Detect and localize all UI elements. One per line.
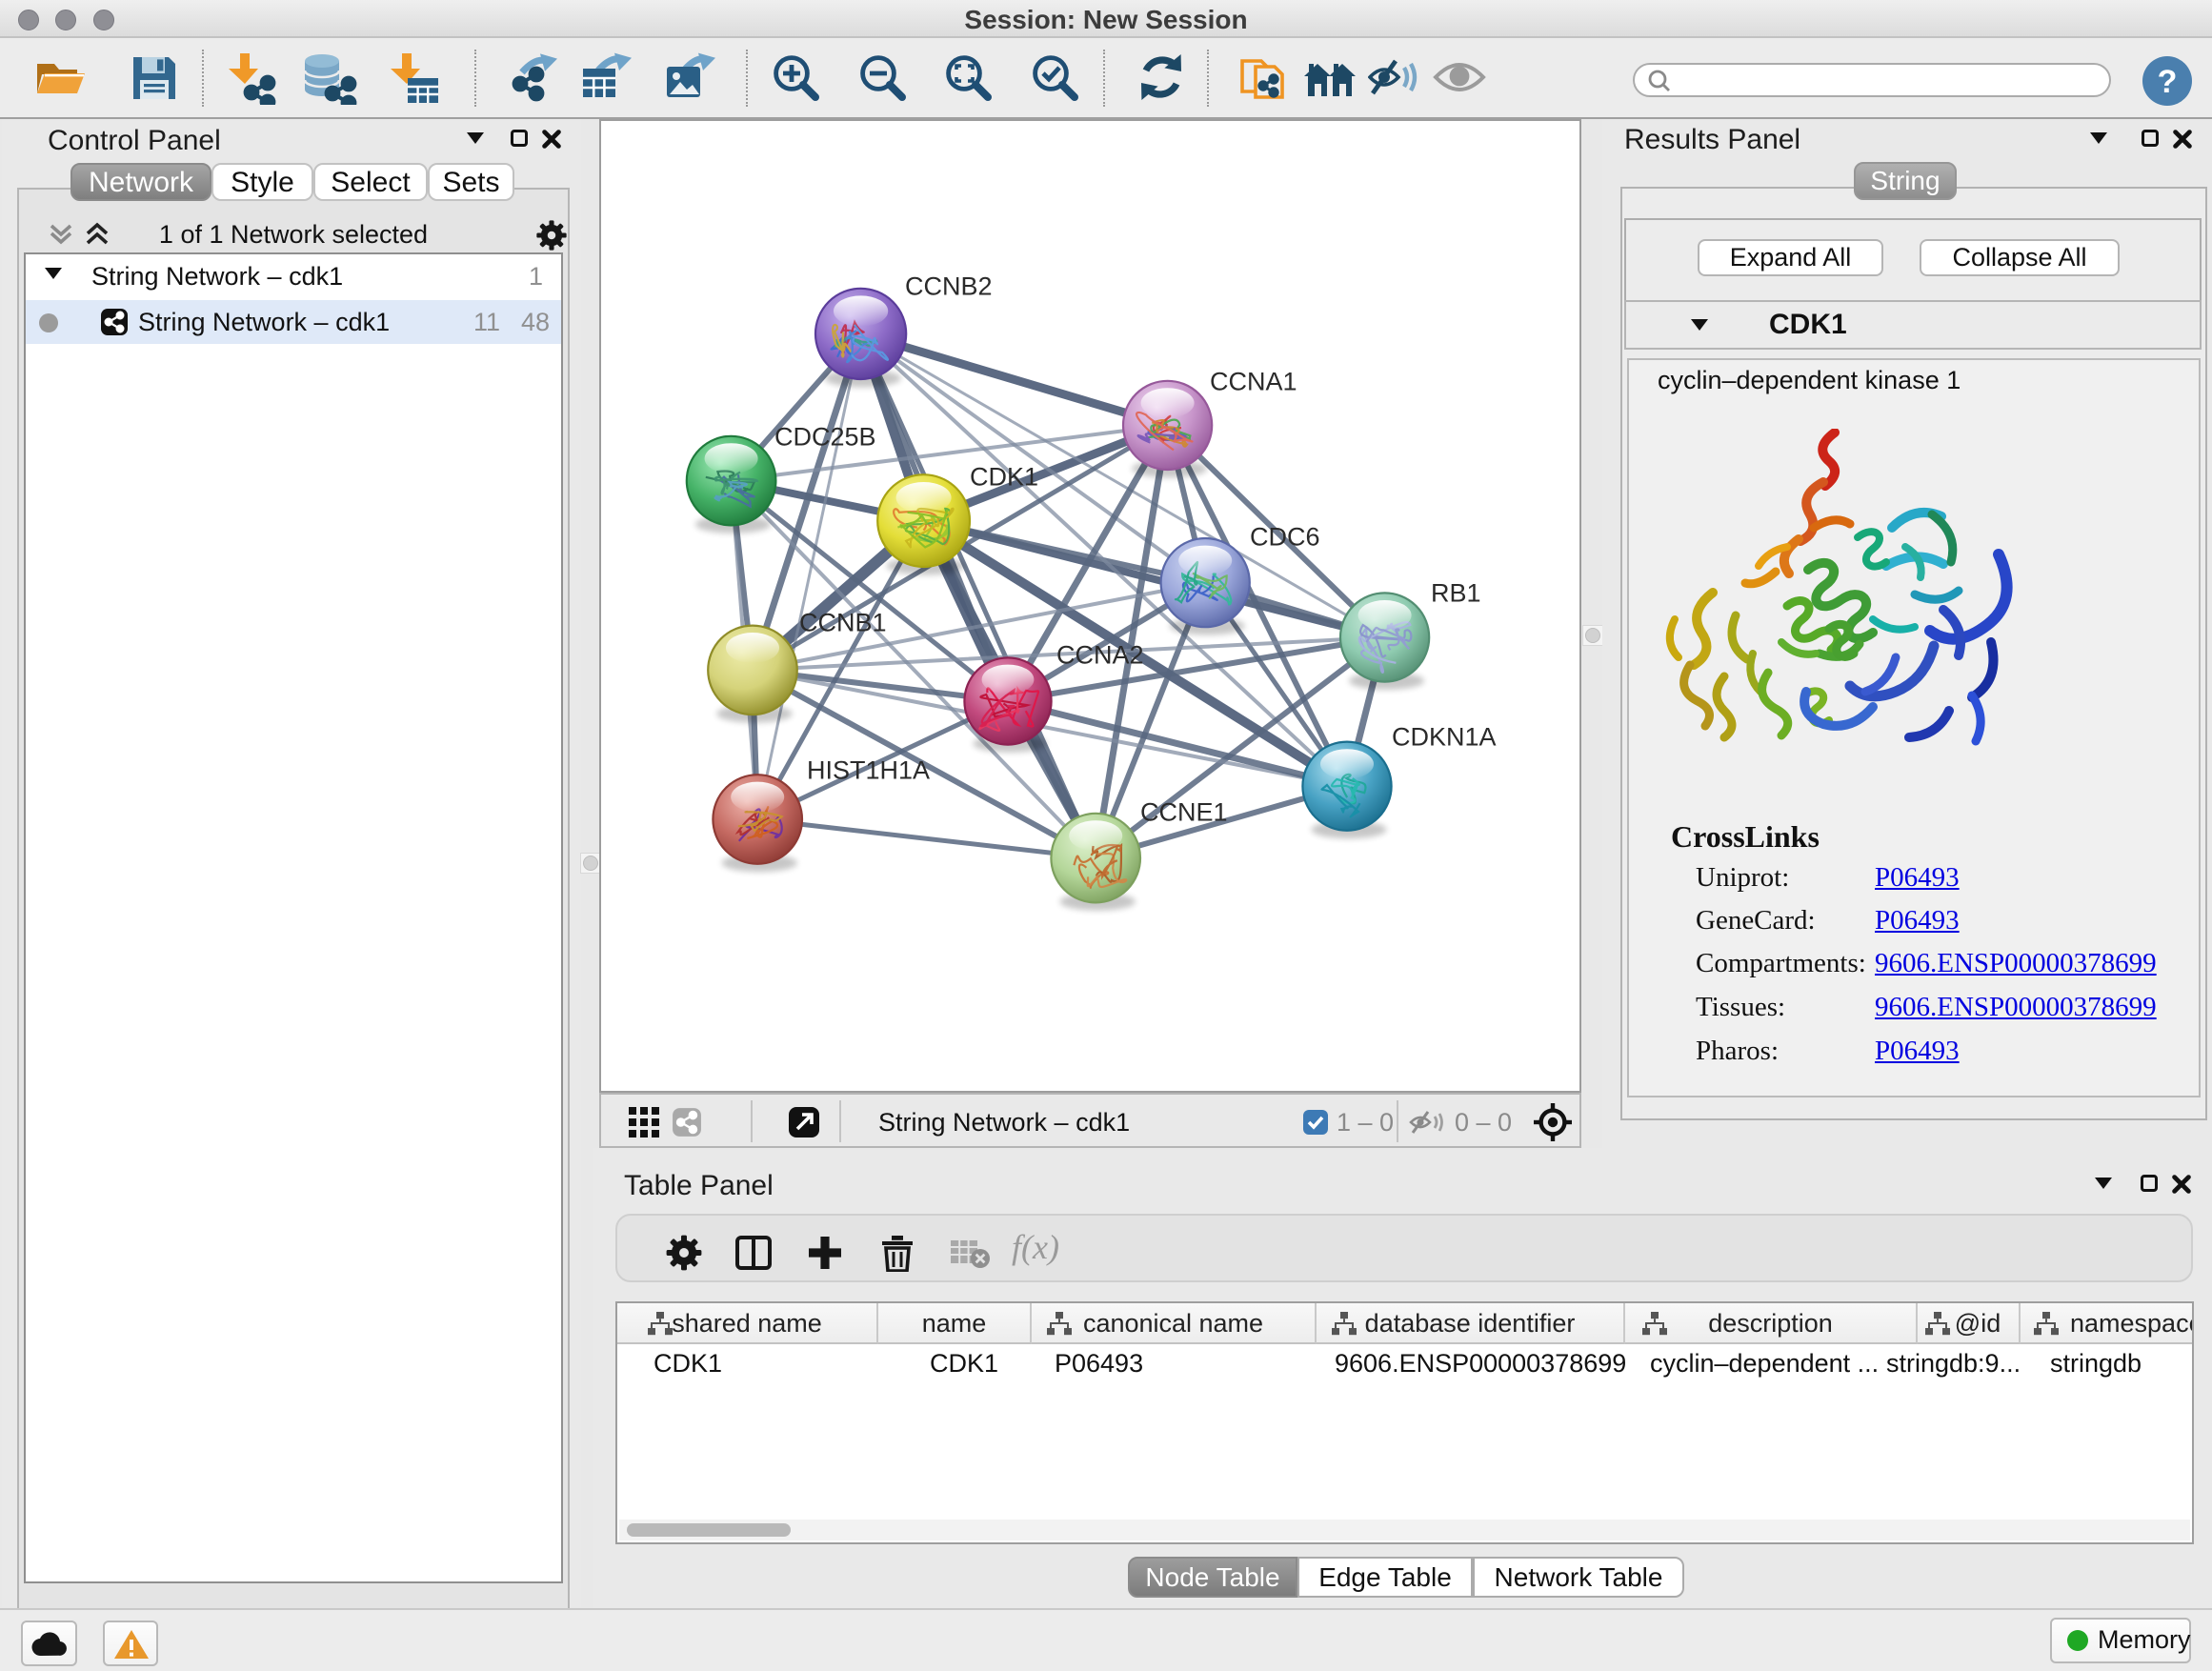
svg-text:CCNA1: CCNA1 — [1210, 368, 1297, 396]
svg-text:CCNE1: CCNE1 — [1140, 798, 1228, 827]
svg-text:?: ? — [2158, 64, 2178, 100]
svg-text:CCNB1: CCNB1 — [799, 609, 887, 637]
svg-text:CDKN1A: CDKN1A — [1392, 723, 1497, 752]
svg-text:CDK1: CDK1 — [970, 463, 1038, 492]
svg-text:RB1: RB1 — [1431, 579, 1481, 608]
svg-text:CCNB2: CCNB2 — [905, 272, 993, 301]
svg-text:CCNA2: CCNA2 — [1056, 641, 1144, 670]
svg-text:CDC25B: CDC25B — [774, 423, 876, 452]
svg-text:CDC6: CDC6 — [1250, 523, 1320, 552]
svg-text:HIST1H1A: HIST1H1A — [807, 756, 930, 785]
